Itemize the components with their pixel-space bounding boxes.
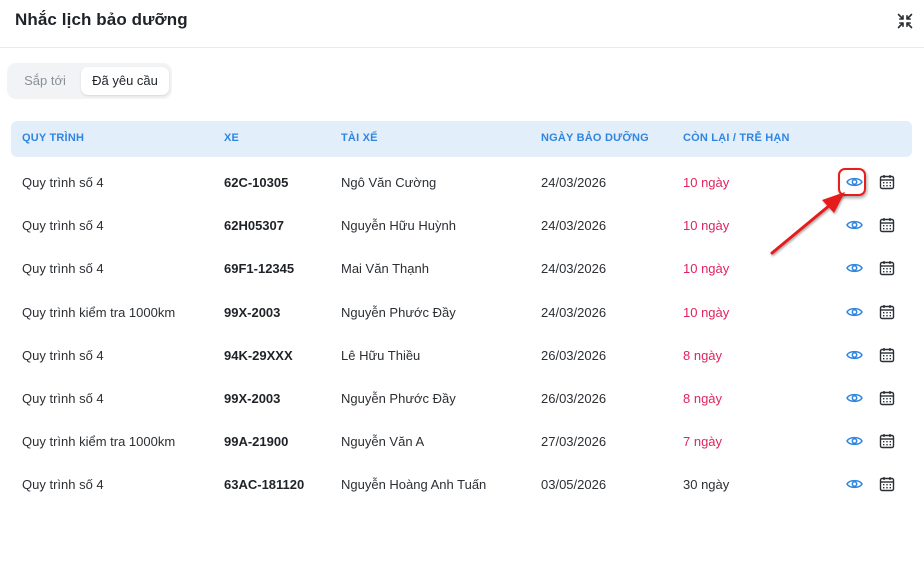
header-procedure[interactable]: QUY TRÌNH bbox=[22, 121, 84, 157]
tab-group: Sắp tới Đã yêu cầu bbox=[7, 63, 172, 99]
cell-procedure: Quy trình số 4 bbox=[22, 477, 104, 493]
view-button[interactable] bbox=[845, 216, 863, 234]
view-button[interactable] bbox=[845, 475, 863, 493]
cell-vehicle: 99X-2003 bbox=[224, 304, 281, 320]
calendar-icon bbox=[879, 175, 895, 190]
cell-procedure: Quy trình số 4 bbox=[22, 391, 104, 406]
cell-procedure: Quy trình kiểm tra 1000km bbox=[22, 434, 176, 450]
calendar-icon bbox=[879, 477, 895, 492]
eye-icon bbox=[845, 350, 863, 359]
table-row: Quy trình số 4 69F1-12345 Mai Văn Thạnh 24/… bbox=[0, 247, 924, 290]
cell-date: 24/03/2026 bbox=[541, 175, 607, 190]
cell-remaining: 10 ngày bbox=[683, 175, 730, 190]
header-driver[interactable]: TÀI XẾ bbox=[341, 121, 378, 157]
cell-vehicle: 94K-29XXX bbox=[224, 347, 293, 363]
cell-date: 24/03/2026 bbox=[541, 261, 607, 277]
cell-procedure: Quy trình số 4 bbox=[22, 218, 104, 234]
cell-driver: Lê Hữu Thiều bbox=[341, 347, 421, 363]
cell-remaining: 30 ngày bbox=[683, 477, 730, 493]
dialog-title: Nhắc lịch bảo dưỡng bbox=[15, 10, 188, 29]
schedule-button[interactable] bbox=[878, 389, 896, 407]
tab-upcoming[interactable]: Sắp tới bbox=[11, 67, 79, 95]
view-button[interactable] bbox=[845, 173, 863, 191]
cell-vehicle: 63AC-181120 bbox=[224, 477, 305, 493]
calendar-icon bbox=[879, 434, 895, 449]
collapse-arrows-icon bbox=[897, 13, 913, 29]
schedule-button[interactable] bbox=[878, 346, 896, 364]
view-button[interactable] bbox=[845, 303, 863, 321]
cell-date: 24/03/2026 bbox=[541, 304, 607, 320]
cell-vehicle: 99A-21900 bbox=[224, 434, 289, 450]
header-vehicle[interactable]: XE bbox=[224, 121, 239, 157]
dialog-header: Nhắc lịch bảo dưỡng bbox=[0, 0, 924, 48]
cell-driver: Nguyễn Văn A bbox=[341, 434, 425, 450]
calendar-icon bbox=[879, 391, 895, 406]
cell-driver: Mai Văn Thạnh bbox=[341, 261, 429, 277]
view-button[interactable] bbox=[845, 259, 863, 277]
table-row: Quy trình kiểm tra 1000km 99X-2003 Nguyễn … bbox=[0, 291, 924, 334]
cell-date: 24/03/2026 bbox=[541, 218, 607, 234]
cell-remaining: 10 ngày bbox=[683, 261, 730, 277]
cell-vehicle: 62H05307 bbox=[224, 218, 284, 234]
cell-driver: Nguyễn Hoàng Anh Tuấn bbox=[341, 477, 487, 493]
calendar-icon bbox=[879, 218, 895, 233]
view-button[interactable] bbox=[845, 346, 863, 364]
cell-remaining: 10 ngày bbox=[683, 304, 730, 320]
table-row: Quy trình kiểm tra 1000km 99A-21900 Nguyễn… bbox=[0, 420, 924, 463]
cell-date: 03/05/2026 bbox=[541, 477, 607, 493]
calendar-icon bbox=[879, 347, 895, 362]
cell-driver: Nguyễn Phước Đầy bbox=[341, 391, 456, 406]
table-row: Quy trình số 4 62H05307 Nguyễn Hữu Huỳnh 24… bbox=[0, 204, 924, 247]
tab-requested[interactable]: Đã yêu cầu bbox=[81, 67, 169, 95]
schedule-button[interactable] bbox=[878, 259, 896, 277]
collapse-button[interactable] bbox=[896, 12, 914, 30]
cell-procedure: Quy trình kiểm tra 1000km bbox=[22, 304, 176, 320]
table-header: QUY TRÌNH XE TÀI XẾ NGÀY BẢO DƯỠNG CÒN L… bbox=[11, 121, 912, 157]
cell-vehicle: 99X-2003 bbox=[224, 391, 281, 406]
eye-icon bbox=[845, 393, 863, 403]
cell-remaining: 8 ngày bbox=[683, 391, 723, 406]
calendar-icon bbox=[879, 304, 895, 319]
view-button[interactable] bbox=[845, 389, 863, 407]
schedule-button[interactable] bbox=[878, 216, 896, 234]
cell-remaining: 8 ngày bbox=[683, 347, 723, 363]
cell-date: 26/03/2026 bbox=[541, 391, 607, 406]
cell-driver: Nguyễn Phước Đầy bbox=[341, 304, 456, 320]
cell-date: 26/03/2026 bbox=[541, 347, 607, 363]
schedule-button[interactable] bbox=[878, 173, 896, 191]
schedule-button[interactable] bbox=[878, 475, 896, 493]
eye-icon bbox=[845, 437, 863, 446]
eye-icon bbox=[845, 480, 863, 489]
table-row: Quy trình số 4 63AC-181120 Nguyễn Hoàng An… bbox=[0, 463, 924, 506]
cell-vehicle: 69F1-12345 bbox=[224, 261, 295, 277]
cell-remaining: 10 ngày bbox=[683, 218, 730, 234]
cell-date: 27/03/2026 bbox=[541, 434, 607, 450]
cell-procedure: Quy trình số 4 bbox=[22, 261, 104, 277]
schedule-button[interactable] bbox=[878, 303, 896, 321]
table-row: Quy trình số 4 94K-29XXX Lê Hữu Thiều 26/03… bbox=[0, 334, 924, 377]
header-remaining[interactable]: CÒN LẠI / TRỄ HẠN bbox=[683, 121, 790, 157]
cell-procedure: Quy trình số 4 bbox=[22, 175, 104, 190]
table-row: Quy trình số 4 62C-10305 Ngô Văn Cường 24/0… bbox=[0, 161, 924, 204]
eye-icon bbox=[845, 264, 863, 273]
cell-vehicle: 62C-10305 bbox=[224, 175, 289, 190]
header-date[interactable]: NGÀY BẢO DƯỠNG bbox=[541, 121, 649, 157]
calendar-icon bbox=[879, 261, 895, 276]
table-row: Quy trình số 4 99X-2003 Nguyễn Phước Đầy 26… bbox=[0, 377, 924, 420]
eye-icon bbox=[845, 307, 863, 316]
view-button[interactable] bbox=[845, 432, 863, 450]
cell-driver: Ngô Văn Cường bbox=[341, 175, 437, 190]
cell-remaining: 7 ngày bbox=[683, 434, 723, 450]
schedule-button[interactable] bbox=[878, 432, 896, 450]
cell-driver: Nguyễn Hữu Huỳnh bbox=[341, 218, 456, 234]
cell-procedure: Quy trình số 4 bbox=[22, 347, 104, 363]
eye-icon bbox=[845, 221, 863, 230]
eye-icon bbox=[845, 177, 863, 187]
